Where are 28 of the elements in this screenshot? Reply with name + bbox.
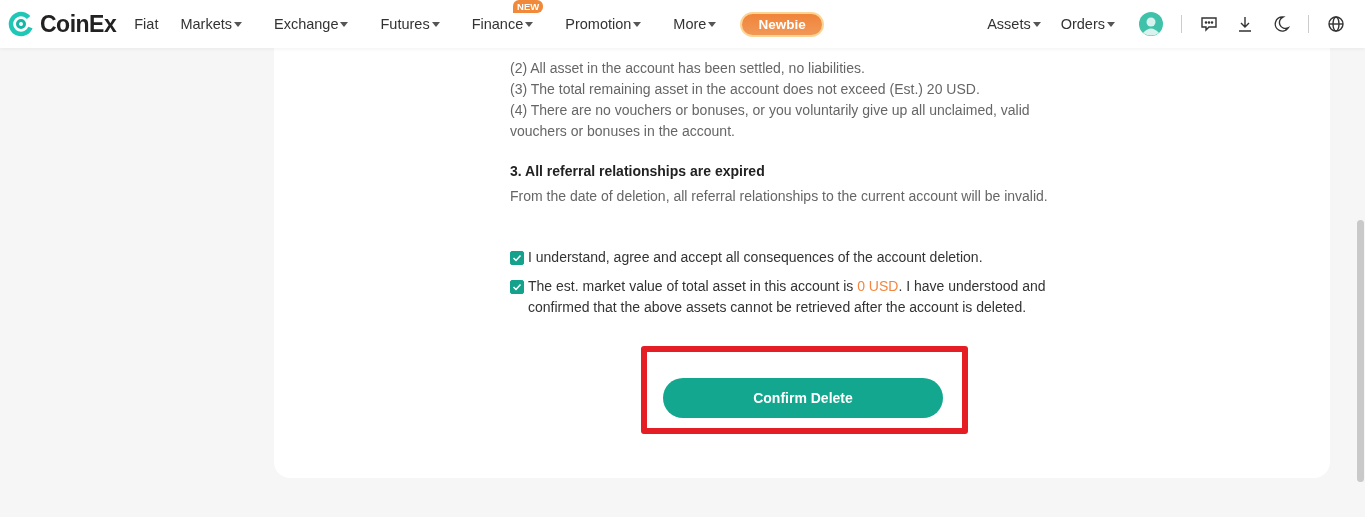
condition-text: (3) The total remaining asset in the account does not exceed (Est.) 20 USD. bbox=[510, 80, 981, 99]
condition-text: (2) All asset in the account has been settled, no liabilities. bbox=[510, 59, 866, 78]
section-title: 3. All referral relationships are expired bbox=[510, 162, 766, 181]
logo-icon bbox=[8, 11, 34, 37]
download-icon[interactable] bbox=[1236, 15, 1254, 33]
nav-link[interactable]: Futures bbox=[380, 16, 440, 32]
scrollbar-thumb[interactable] bbox=[1357, 220, 1364, 482]
nav-link[interactable]: Finance bbox=[471, 16, 534, 32]
nav-link[interactable]: Fiat bbox=[134, 16, 159, 32]
nav-link[interactable]: Assets bbox=[987, 16, 1041, 32]
logo-text[interactable]: CoinEx bbox=[40, 10, 117, 38]
section-text: From the date of deletion, all referral relationships to the current account will be invalid. bbox=[510, 187, 1049, 206]
agreement-text: I understand, agree and accept all consequences of the account deletion. bbox=[528, 248, 984, 267]
check-icon bbox=[512, 253, 522, 263]
nav-link[interactable]: Markets bbox=[180, 16, 242, 32]
nav-link[interactable]: More bbox=[673, 16, 717, 32]
checkbox[interactable] bbox=[510, 280, 524, 294]
new-badge: NEW bbox=[513, 0, 544, 13]
moon-icon[interactable] bbox=[1272, 15, 1290, 33]
nav-link[interactable]: Promotion bbox=[565, 16, 642, 32]
agreement-text: The est. market value of total asset in this account is 0 USD. I have understood and confirmed that the above assets cannot be retrieved after the account is deleted. bbox=[528, 277, 1047, 317]
nav-link[interactable]: Exchange bbox=[274, 16, 349, 32]
check-icon bbox=[512, 282, 522, 292]
chat-icon[interactable] bbox=[1200, 15, 1218, 33]
checkbox[interactable] bbox=[510, 251, 524, 265]
globe-icon[interactable] bbox=[1327, 15, 1345, 33]
nav-link[interactable]: Orders bbox=[1060, 16, 1115, 32]
condition-text: (4) There are no vouchers or bonuses, or you voluntarily give up all unclaimed, valid vouchers or bonuses in the account. bbox=[510, 101, 1031, 141]
